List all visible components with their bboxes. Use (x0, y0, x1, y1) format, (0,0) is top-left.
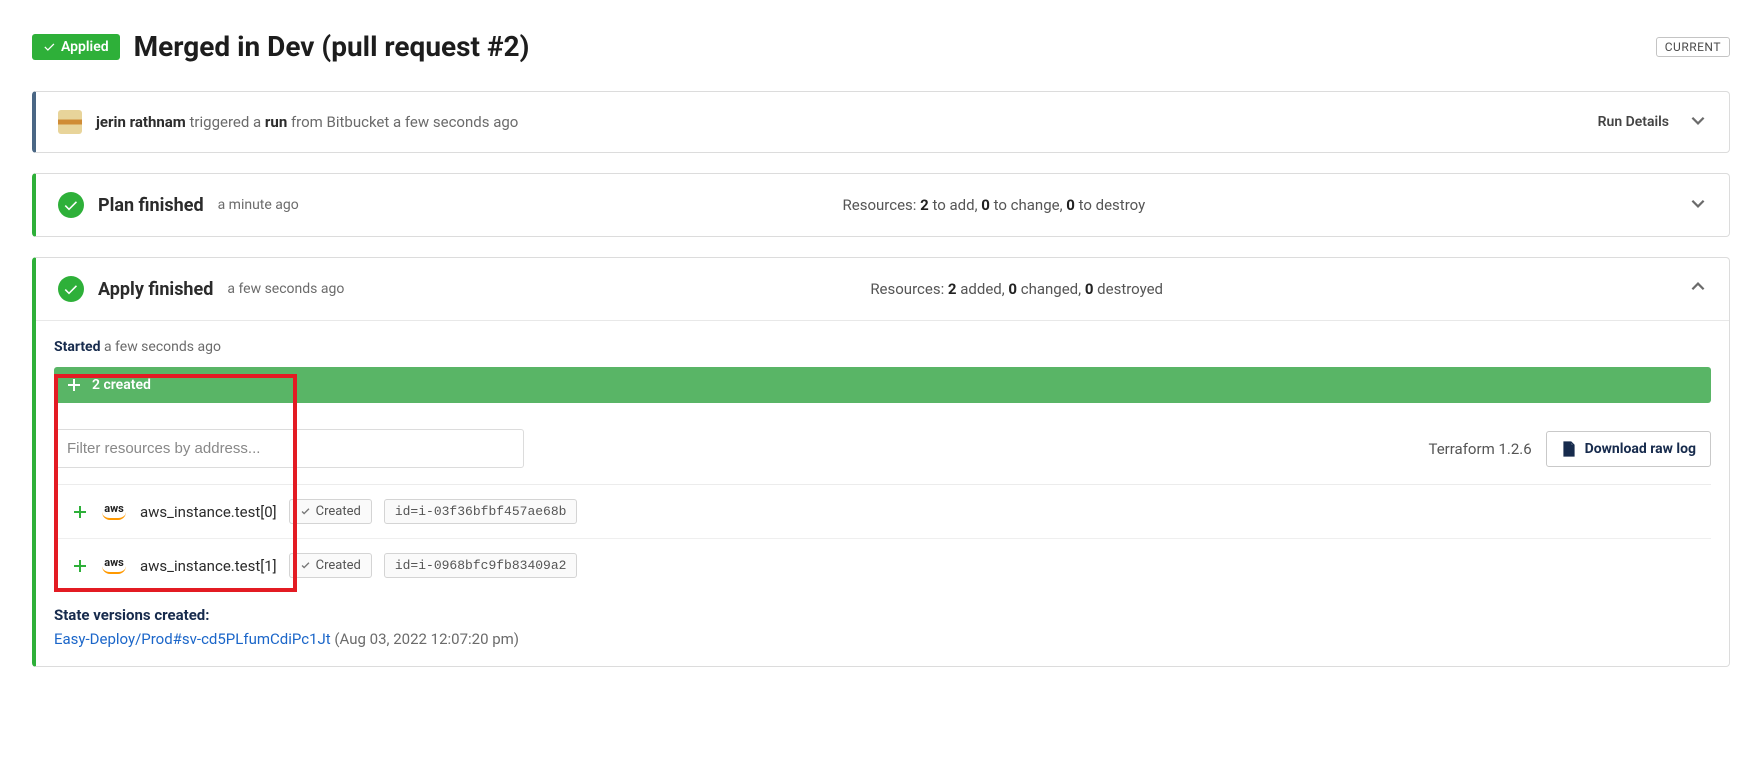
page-title: Merged in Dev (pull request #2) (134, 30, 1642, 63)
plus-icon (72, 504, 88, 520)
check-circle-icon (58, 276, 84, 302)
current-badge: CURRENT (1656, 37, 1730, 57)
apply-started: Started a few seconds ago (54, 321, 1711, 367)
state-versions-title: State versions created: (54, 606, 1711, 624)
resource-name: aws_instance.test[0] (140, 503, 277, 521)
plan-time: a minute ago (218, 197, 299, 213)
plan-card: Plan finished a minute ago Resources: 2 … (32, 173, 1730, 237)
download-raw-log-label: Download raw log (1585, 441, 1696, 457)
created-count-bar[interactable]: 2 created (54, 367, 1711, 403)
plus-icon (72, 558, 88, 574)
apply-resources-summary: Resources: 2 added, 0 changed, 0 destroy… (870, 280, 1163, 298)
state-version-link[interactable]: Easy-Deploy/Prod#sv-cd5PLfumCdiPc1Jt (54, 630, 331, 648)
resource-status-label: Created (316, 558, 361, 573)
check-icon (43, 40, 56, 53)
check-icon (300, 506, 311, 517)
applied-badge-label: Applied (61, 39, 109, 55)
aws-icon: aws (100, 557, 128, 574)
plan-title: Plan finished (98, 195, 204, 216)
run-details-toggle[interactable]: Run Details (1598, 114, 1669, 130)
chevron-up-icon[interactable] (1689, 278, 1707, 300)
check-icon (300, 560, 311, 571)
resource-status-pill: Created (289, 553, 372, 578)
chevron-down-icon[interactable] (1689, 111, 1707, 133)
resource-name: aws_instance.test[1] (140, 557, 277, 575)
apply-card: Apply finished a few seconds ago Resourc… (32, 257, 1730, 667)
created-count-label: 2 created (92, 377, 151, 393)
run-trigger-card: jerin rathnam triggered a run from Bitbu… (32, 91, 1730, 153)
resource-status-label: Created (316, 504, 361, 519)
aws-icon: aws (100, 503, 128, 520)
resource-row[interactable]: aws aws_instance.test[0] Created id=i-03f36… (54, 485, 1711, 539)
chevron-down-icon[interactable] (1689, 194, 1707, 216)
resource-id-pill: id=i-03f36bfbf457ae68b (384, 499, 578, 524)
avatar (58, 110, 82, 134)
apply-time: a few seconds ago (227, 281, 344, 297)
download-raw-log-button[interactable]: Download raw log (1546, 431, 1711, 467)
file-icon (1561, 441, 1577, 457)
state-version-date: (Aug 03, 2022 12:07:20 pm) (331, 630, 519, 648)
resource-status-pill: Created (289, 499, 372, 524)
terraform-version: Terraform 1.2.6 (1429, 440, 1532, 458)
applied-badge: Applied (32, 34, 120, 60)
plan-resources-summary: Resources: 2 to add, 0 to change, 0 to d… (843, 196, 1146, 214)
resource-row[interactable]: aws aws_instance.test[1] Created id=i-0968b… (54, 539, 1711, 592)
run-trigger-text: jerin rathnam triggered a run from Bitbu… (96, 113, 1584, 131)
resource-id-pill: id=i-0968bfc9fb83409a2 (384, 553, 578, 578)
filter-resources-input[interactable] (54, 429, 524, 468)
apply-title: Apply finished (98, 279, 213, 300)
plus-icon (66, 377, 82, 393)
check-circle-icon (58, 192, 84, 218)
